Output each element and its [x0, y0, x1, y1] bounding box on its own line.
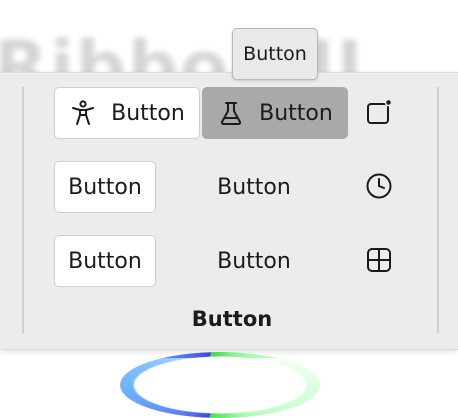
button-label: Button: [68, 174, 142, 200]
button-label: Button: [217, 248, 291, 274]
window-badge-button[interactable]: [364, 98, 394, 130]
button-row3-subtle[interactable]: Button: [202, 235, 306, 287]
group-separator-right: [437, 87, 439, 333]
background-color-ring: [120, 352, 320, 418]
clock-icon: [365, 172, 393, 204]
ribbon-group-label: Button: [191, 307, 273, 331]
button-row2-primary[interactable]: Button: [54, 161, 156, 213]
ribbon-group-panel: Button Button Button Button Button Butto…: [0, 72, 458, 350]
window-badge-icon: [365, 98, 393, 130]
layout-grid-button[interactable]: [364, 247, 394, 277]
button-row3-primary[interactable]: Button: [54, 235, 156, 287]
accessibility-button[interactable]: Button: [54, 87, 200, 139]
group-separator-left: [22, 87, 24, 333]
accessibility-button-label: Button: [111, 100, 185, 126]
button-label: Button: [68, 248, 142, 274]
beaker-button-label: Button: [259, 100, 333, 126]
beaker-icon: [217, 99, 245, 127]
layout-grid-icon: [365, 246, 393, 278]
tooltip: Button: [232, 28, 318, 80]
button-row2-subtle[interactable]: Button: [202, 161, 306, 213]
clock-button[interactable]: [364, 173, 394, 203]
accessibility-icon: [69, 99, 97, 127]
button-label: Button: [217, 174, 291, 200]
beaker-button[interactable]: Button: [202, 87, 348, 139]
